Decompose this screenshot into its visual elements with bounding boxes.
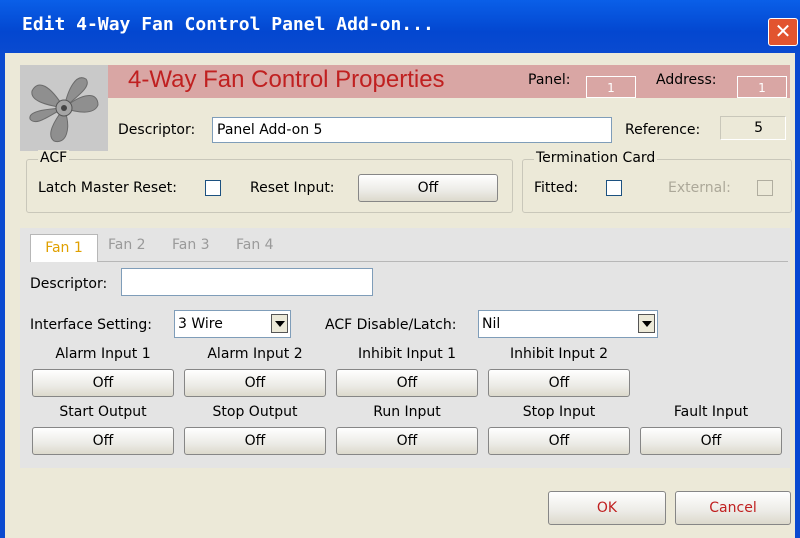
reference-value: 5 <box>720 116 786 140</box>
fan-descriptor-input[interactable] <box>121 268 373 296</box>
interface-setting-label: Interface Setting: <box>30 317 152 333</box>
page-title: 4-Way Fan Control Properties <box>128 66 445 93</box>
acf-disable-latch-value: Nil <box>482 316 501 332</box>
fault-input-button[interactable]: Off <box>640 427 782 455</box>
tab-divider <box>30 261 788 262</box>
latch-master-reset-label: Latch Master Reset: <box>38 180 177 196</box>
window-border-left <box>0 53 5 538</box>
window-title: Edit 4-Way Fan Control Panel Add-on... <box>22 14 434 35</box>
stop-output-button[interactable]: Off <box>184 427 326 455</box>
latch-master-reset-checkbox[interactable] <box>205 180 221 196</box>
start-output-label: Start Output <box>59 404 147 420</box>
run-input-button[interactable]: Off <box>336 427 478 455</box>
inhibit-input-2-label: Inhibit Input 2 <box>509 346 609 362</box>
fan-icon <box>20 65 108 151</box>
stop-input-label: Stop Input <box>522 404 596 420</box>
termination-card-title: Termination Card <box>534 150 658 166</box>
fitted-label: Fitted: <box>534 180 579 196</box>
tab-fan-2[interactable]: Fan 2 <box>108 237 146 253</box>
external-label: External: <box>668 180 731 196</box>
panel-label: Panel: <box>528 72 571 88</box>
acf-disable-latch-label: ACF Disable/Latch: <box>325 317 457 333</box>
acf-group-title: ACF <box>38 150 70 166</box>
reset-input-label: Reset Input: <box>250 180 335 196</box>
window-border-right <box>795 53 800 538</box>
tab-fan-3[interactable]: Fan 3 <box>172 237 210 253</box>
tab-fan-4[interactable]: Fan 4 <box>236 237 274 253</box>
alarm-input-2-button[interactable]: Off <box>184 369 326 397</box>
reset-input-button[interactable]: Off <box>358 174 498 202</box>
ok-button[interactable]: OK <box>548 491 666 525</box>
panel-value: 1 <box>586 76 636 98</box>
interface-setting-value: 3 Wire <box>178 316 223 332</box>
run-input-label: Run Input <box>373 404 441 420</box>
inhibit-input-1-button[interactable]: Off <box>336 369 478 397</box>
alarm-input-1-button[interactable]: Off <box>32 369 174 397</box>
alarm-input-1-label: Alarm Input 1 <box>55 346 151 362</box>
interface-setting-select[interactable]: 3 Wire <box>174 310 291 338</box>
descriptor-input[interactable]: Panel Add-on 5 <box>212 117 612 143</box>
address-value: 1 <box>737 76 787 98</box>
chevron-down-icon[interactable] <box>271 314 288 333</box>
reference-label: Reference: <box>625 122 701 138</box>
chevron-down-icon[interactable] <box>638 314 655 333</box>
inhibit-input-1-label: Inhibit Input 1 <box>357 346 457 362</box>
acf-disable-latch-select[interactable]: Nil <box>478 310 658 338</box>
stop-input-button[interactable]: Off <box>488 427 630 455</box>
inhibit-input-2-button[interactable]: Off <box>488 369 630 397</box>
start-output-button[interactable]: Off <box>32 427 174 455</box>
fitted-checkbox[interactable] <box>606 180 622 196</box>
external-checkbox <box>757 180 773 196</box>
cancel-button[interactable]: Cancel <box>675 491 791 525</box>
address-label: Address: <box>656 72 717 88</box>
alarm-input-2-label: Alarm Input 2 <box>207 346 303 362</box>
tab-fan-1[interactable]: Fan 1 <box>30 234 98 262</box>
title-bar[interactable]: Edit 4-Way Fan Control Panel Add-on... ✕ <box>0 0 800 53</box>
stop-output-label: Stop Output <box>212 404 298 420</box>
close-icon[interactable]: ✕ <box>768 18 798 46</box>
descriptor-label: Descriptor: <box>118 122 196 138</box>
fault-input-label: Fault Input <box>673 404 749 420</box>
fan-descriptor-label: Descriptor: <box>30 276 108 292</box>
